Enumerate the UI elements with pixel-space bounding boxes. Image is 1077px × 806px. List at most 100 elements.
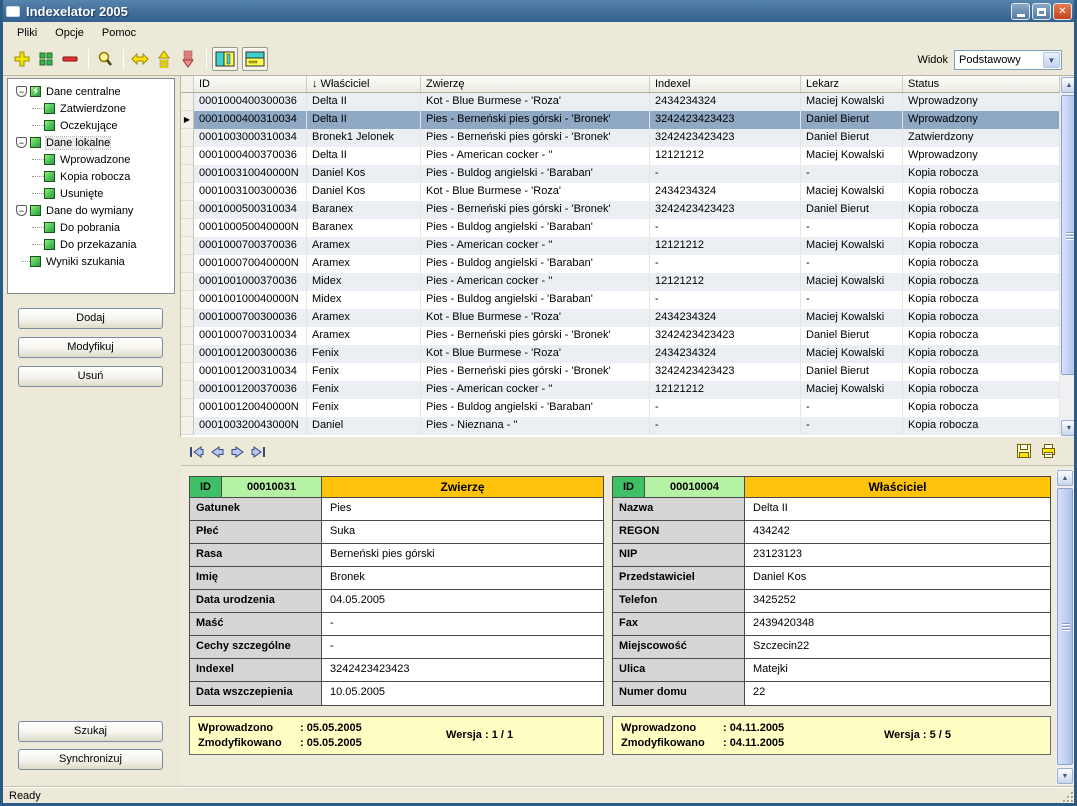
- table-row[interactable]: 000100120040000NFenixPies - Buldog angie…: [181, 399, 1077, 417]
- column-header-lekarz[interactable]: Lekarz: [801, 76, 903, 92]
- cell-właściciel: Aramex: [307, 309, 421, 327]
- toolbar: Widok Podstawowy ▼: [3, 43, 1074, 76]
- table-row[interactable]: 000100100040000NMidexPies - Buldog angie…: [181, 291, 1077, 309]
- animal-field-label: Gatunek: [190, 498, 322, 520]
- synchronize-button[interactable]: Synchronizuj: [18, 749, 163, 770]
- column-header-zwierzę[interactable]: Zwierzę: [421, 76, 650, 92]
- table-scrollbar-thumb[interactable]: [1061, 95, 1077, 375]
- table-row[interactable]: 0001000400370036Delta IIPies - American …: [181, 147, 1077, 165]
- cell-status: Kopia robocza: [903, 381, 1060, 399]
- scroll-down-icon[interactable]: ▼: [1061, 420, 1077, 436]
- menu-item-opcje[interactable]: Opcje: [47, 25, 92, 41]
- transfer-button[interactable]: [129, 48, 151, 70]
- add-button[interactable]: [11, 48, 33, 70]
- split-horizontal-button[interactable]: [242, 47, 268, 71]
- first-record-button[interactable]: [188, 445, 205, 459]
- scroll-up-icon[interactable]: ▲: [1057, 470, 1073, 486]
- print-button[interactable]: [1040, 443, 1057, 462]
- cell-właściciel: Fenix: [307, 381, 421, 399]
- cell-lekarz: -: [801, 219, 903, 237]
- chevron-down-icon[interactable]: ▼: [1043, 52, 1060, 68]
- column-header-id[interactable]: ID: [194, 76, 307, 92]
- menu-item-pliki[interactable]: Pliki: [9, 25, 45, 41]
- table-row[interactable]: 0001001200300036FenixKot - Blue Burmese …: [181, 345, 1077, 363]
- tree-collapse-icon[interactable]: −: [16, 205, 27, 216]
- column-header-status[interactable]: Status: [903, 76, 1060, 92]
- cell-indexel: 12121212: [650, 273, 801, 291]
- table-header-indicator: [181, 76, 194, 92]
- window-title: Indexelator 2005: [26, 4, 128, 19]
- save-button[interactable]: [1016, 443, 1033, 462]
- tree-item-do-pobrania[interactable]: Do pobrania: [8, 219, 174, 236]
- tree-item-zatwierdzone[interactable]: Zatwierdzone: [8, 100, 174, 117]
- menu-item-pomoc[interactable]: Pomoc: [94, 25, 144, 41]
- animal-field-value: 04.05.2005: [322, 590, 603, 612]
- split-vertical-button[interactable]: [212, 47, 238, 71]
- cell-id: 0001000400300036: [194, 93, 307, 111]
- scroll-down-icon[interactable]: ▼: [1057, 768, 1073, 784]
- cell-status: Kopia robocza: [903, 165, 1060, 183]
- tree-collapse-icon[interactable]: −: [16, 86, 27, 97]
- cell-zwierzę: Pies - Buldog angielski - 'Baraban': [421, 291, 650, 309]
- table-row[interactable]: 0001000500310034BaranexPies - Berneński …: [181, 201, 1077, 219]
- table-row[interactable]: 0001000700300036AramexKot - Blue Burmese…: [181, 309, 1077, 327]
- table-row[interactable]: 0001000400300036Delta IIKot - Blue Burme…: [181, 93, 1077, 111]
- node-icon: [44, 103, 55, 114]
- row-indicator: [181, 291, 194, 309]
- table-row[interactable]: 0001001000370036MidexPies - American coc…: [181, 273, 1077, 291]
- sort-down-button[interactable]: [177, 48, 199, 70]
- resize-grip[interactable]: [1061, 790, 1073, 802]
- search-records-button[interactable]: Szukaj: [18, 721, 163, 742]
- table-row[interactable]: 000100070040000NAramexPies - Buldog angi…: [181, 255, 1077, 273]
- maximize-button[interactable]: [1032, 3, 1051, 20]
- table-row[interactable]: 0001000700370036AramexPies - American co…: [181, 237, 1077, 255]
- previous-record-button[interactable]: [210, 445, 225, 459]
- tree-item-wyniki-szukania[interactable]: Wyniki szukania: [8, 253, 174, 270]
- cell-lekarz: Maciej Kowalski: [801, 93, 903, 111]
- cell-lekarz: -: [801, 291, 903, 309]
- table-row[interactable]: ▶0001000400310034Delta IIPies - Berneńsk…: [181, 111, 1077, 129]
- tree-item-do-przekazania[interactable]: Do przekazania: [8, 236, 174, 253]
- last-record-button[interactable]: [250, 445, 267, 459]
- tree-item-usunięte[interactable]: Usunięte: [8, 185, 174, 202]
- minimize-button[interactable]: [1011, 3, 1030, 20]
- tree-item-wprowadzone[interactable]: Wprowadzone: [8, 151, 174, 168]
- pane-scrollbar-thumb[interactable]: [1057, 488, 1073, 765]
- tree-item-kopia-robocza[interactable]: Kopia robocza: [8, 168, 174, 185]
- tree-collapse-icon[interactable]: −: [16, 137, 27, 148]
- tree-item-dane-centralne[interactable]: −Dane centralne: [8, 83, 174, 100]
- tree-item-oczekujące[interactable]: Oczekujące: [8, 117, 174, 134]
- modify-record-button[interactable]: Modyfikuj: [18, 337, 163, 358]
- table-row[interactable]: 0001000700310034AramexPies - Berneński p…: [181, 327, 1077, 345]
- scroll-up-icon[interactable]: ▲: [1061, 77, 1077, 93]
- animal-field-label: Data urodzenia: [190, 590, 322, 612]
- column-header-właściciel[interactable]: ↓ Właściciel: [307, 76, 421, 92]
- sort-up-button[interactable]: [153, 48, 175, 70]
- records-button[interactable]: [35, 48, 57, 70]
- tree-item-dane-lokalne[interactable]: −Dane lokalne: [8, 134, 174, 151]
- view-label: Widok: [917, 54, 948, 66]
- search-button[interactable]: [94, 48, 116, 70]
- table-scrollbar[interactable]: ▲ ▼: [1060, 76, 1077, 437]
- add-record-button[interactable]: Dodaj: [18, 308, 163, 329]
- table-row[interactable]: 0001003000310034Bronek1 JelonekPies - Be…: [181, 129, 1077, 147]
- column-header-indexel[interactable]: Indexel: [650, 76, 801, 92]
- table-row[interactable]: 0001001200370036FenixPies - American coc…: [181, 381, 1077, 399]
- cell-id: 0001001000370036: [194, 273, 307, 291]
- owner-field-value: 2439420348: [745, 613, 1050, 635]
- table-row[interactable]: 000100320043000NDanielPies - Nieznana - …: [181, 417, 1077, 435]
- animal-field-label: Indexel: [190, 659, 322, 681]
- toolbar-separator: [88, 49, 89, 69]
- next-record-button[interactable]: [230, 445, 245, 459]
- table-row[interactable]: 000100310040000NDaniel KosPies - Buldog …: [181, 165, 1077, 183]
- table-row[interactable]: 0001001200310034FenixPies - Berneński pi…: [181, 363, 1077, 381]
- delete-record-button[interactable]: Usuń: [18, 366, 163, 387]
- pane-scrollbar[interactable]: ▲ ▼: [1056, 469, 1074, 785]
- remove-button[interactable]: [59, 48, 81, 70]
- tree-item-dane-do-wymiany[interactable]: −Dane do wymiany: [8, 202, 174, 219]
- table-row[interactable]: 000100050040000NBaranexPies - Buldog ang…: [181, 219, 1077, 237]
- cell-id: 0001001200310034: [194, 363, 307, 381]
- close-button[interactable]: ✕: [1053, 3, 1072, 20]
- table-row[interactable]: 0001003100300036Daniel KosKot - Blue Bur…: [181, 183, 1077, 201]
- view-select[interactable]: Podstawowy ▼: [954, 50, 1062, 70]
